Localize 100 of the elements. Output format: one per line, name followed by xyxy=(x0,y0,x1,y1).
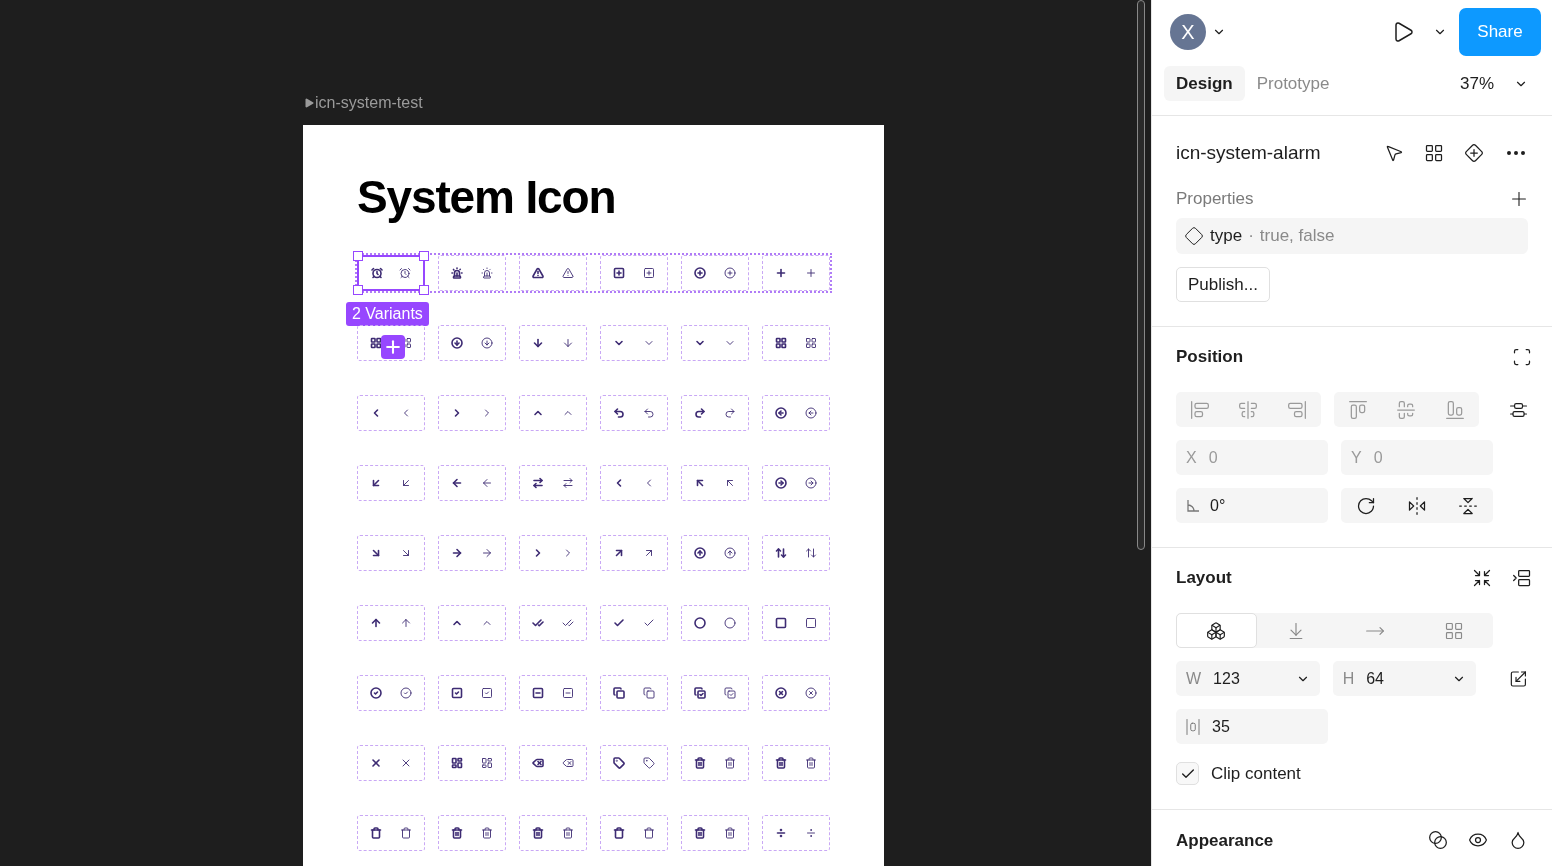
rotate-icon[interactable] xyxy=(1356,495,1377,516)
user-avatar[interactable]: X xyxy=(1170,14,1206,50)
gap-field[interactable]: 35 xyxy=(1176,709,1328,744)
variant-cell[interactable] xyxy=(438,605,506,641)
tag-icon xyxy=(643,757,655,769)
variant-cell[interactable] xyxy=(600,465,668,501)
variant-cell[interactable] xyxy=(357,675,425,711)
variant-cell[interactable] xyxy=(438,255,506,291)
variant-cell[interactable] xyxy=(762,675,830,711)
flip-vertical-icon[interactable] xyxy=(1457,495,1478,516)
variant-cell[interactable] xyxy=(600,255,668,291)
grid-icon[interactable] xyxy=(1424,143,1444,163)
variant-cell[interactable] xyxy=(438,465,506,501)
copy-check-icon xyxy=(724,687,736,699)
undo-icon xyxy=(643,407,655,419)
variant-cell[interactable] xyxy=(762,255,830,291)
variant-cell[interactable] xyxy=(438,395,506,431)
variant-cell[interactable] xyxy=(519,465,587,501)
blend-icon[interactable] xyxy=(1428,830,1448,851)
align-center-icon[interactable] xyxy=(1238,399,1259,420)
zoom-level[interactable]: 37% xyxy=(1459,70,1494,97)
diamond-plus-icon[interactable] xyxy=(1464,143,1484,163)
frame-focus-icon[interactable] xyxy=(1512,347,1532,367)
variant-cell[interactable] xyxy=(438,325,506,361)
align-right-icon[interactable] xyxy=(1286,399,1307,420)
variant-cell[interactable] xyxy=(681,325,749,361)
variant-cell[interactable] xyxy=(762,745,830,781)
variant-cell[interactable] xyxy=(762,465,830,501)
variant-cell[interactable] xyxy=(357,815,425,851)
square-minus-icon xyxy=(532,687,544,699)
variant-cell[interactable] xyxy=(762,325,830,361)
resize-handle[interactable] xyxy=(353,285,363,295)
resize-handle[interactable] xyxy=(419,285,429,295)
variant-cell[interactable] xyxy=(681,815,749,851)
property-row[interactable]: type · true, false xyxy=(1176,218,1528,254)
variant-cell[interactable] xyxy=(762,535,830,571)
variant-cell[interactable] xyxy=(519,255,587,291)
variant-cell[interactable] xyxy=(519,325,587,361)
variant-cell[interactable] xyxy=(438,745,506,781)
cursor-select-icon[interactable] xyxy=(1384,143,1404,163)
shrink-icon[interactable] xyxy=(1472,568,1492,588)
variant-cell[interactable] xyxy=(519,605,587,641)
variant-cell[interactable] xyxy=(681,745,749,781)
variant-cell[interactable] xyxy=(357,325,425,361)
swap-arrows-icon xyxy=(562,477,574,489)
variant-cell[interactable] xyxy=(357,465,425,501)
variant-cell[interactable] xyxy=(357,745,425,781)
add-layout-icon[interactable] xyxy=(1512,568,1532,588)
publish-button[interactable]: Publish... xyxy=(1176,267,1270,302)
align-left-icon[interactable] xyxy=(1190,399,1211,420)
resize-handle[interactable] xyxy=(419,251,429,261)
variant-cell[interactable] xyxy=(681,255,749,291)
variant-cell[interactable] xyxy=(600,745,668,781)
rotation-field[interactable]: 0° xyxy=(1176,488,1328,523)
resize-handle[interactable] xyxy=(353,251,363,261)
align-top-icon[interactable] xyxy=(1348,399,1369,420)
variant-cell[interactable] xyxy=(681,605,749,641)
variant-cell[interactable] xyxy=(762,395,830,431)
align-middle-icon[interactable] xyxy=(1396,399,1417,420)
variant-cell[interactable] xyxy=(519,675,587,711)
variant-cell[interactable] xyxy=(600,815,668,851)
variant-cell[interactable] xyxy=(681,395,749,431)
variant-cell[interactable] xyxy=(600,395,668,431)
variant-cell[interactable] xyxy=(600,605,668,641)
scrollbar[interactable] xyxy=(1137,0,1145,550)
layout-mode-button[interactable] xyxy=(1176,613,1257,648)
gap-icon xyxy=(1184,717,1202,736)
resize-icon[interactable] xyxy=(1509,668,1528,689)
frame-label[interactable]: icn-system-test xyxy=(315,91,423,115)
flip-horizontal-icon[interactable] xyxy=(1407,495,1427,516)
variant-cell[interactable] xyxy=(681,465,749,501)
clip-checkbox[interactable] xyxy=(1176,762,1199,786)
variant-cell[interactable] xyxy=(519,395,587,431)
variant-cell[interactable] xyxy=(438,815,506,851)
height-field[interactable]: H 64 xyxy=(1332,661,1477,696)
variant-cell[interactable] xyxy=(357,395,425,431)
variant-cell[interactable] xyxy=(681,535,749,571)
panel-tab[interactable]: Design xyxy=(1164,66,1245,101)
variant-cell[interactable] xyxy=(762,605,830,641)
variant-cell[interactable] xyxy=(519,535,587,571)
variant-cell[interactable] xyxy=(438,535,506,571)
variant-cell[interactable] xyxy=(438,675,506,711)
circle-arrow-right-icon xyxy=(805,477,817,489)
variant-cell[interactable] xyxy=(600,535,668,571)
circle-arrow-right-icon xyxy=(775,477,787,489)
variant-cell[interactable] xyxy=(600,675,668,711)
align-bottom-icon[interactable] xyxy=(1444,399,1465,420)
variant-cell[interactable] xyxy=(519,815,587,851)
variant-cell[interactable] xyxy=(357,535,425,571)
layer-name: icn-system-alarm xyxy=(1176,140,1322,165)
add-variant-button[interactable] xyxy=(381,335,405,359)
variant-cell[interactable] xyxy=(600,325,668,361)
checkbox-label[interactable]: Clip content xyxy=(1211,761,1301,787)
width-field[interactable]: W 123 xyxy=(1176,661,1320,696)
variant-cell[interactable] xyxy=(681,675,749,711)
trash-icon xyxy=(724,827,736,839)
variant-cell[interactable] xyxy=(762,815,830,851)
variant-cell[interactable] xyxy=(357,605,425,641)
arrow-right-icon xyxy=(481,547,493,559)
variant-cell[interactable] xyxy=(519,745,587,781)
